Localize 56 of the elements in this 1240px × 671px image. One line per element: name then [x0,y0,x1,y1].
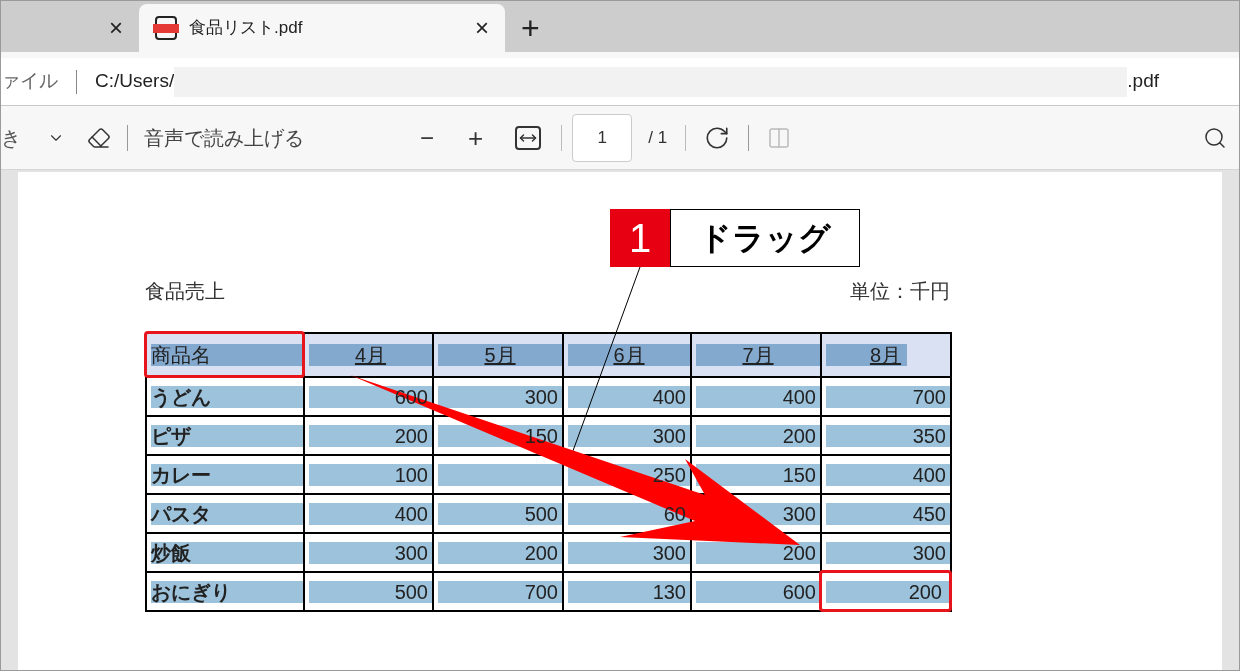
column-header: 商品名 [151,344,212,366]
table-cell-text: 300 [651,424,687,447]
table-cell-text: 500 [393,580,429,603]
close-button[interactable]: × [475,16,489,40]
table-cell-text: 400 [651,385,687,408]
page-number-field[interactable]: 1 [572,113,633,162]
table-cell-text: 500 [523,502,559,525]
table-cell-text: 400 [393,502,429,525]
table-cell-text: 200 [781,424,817,447]
file-label: ァイル [1,69,58,94]
new-tab-button[interactable]: + [521,12,540,44]
table-cell-text: 150 [781,463,817,486]
zoom-out-button[interactable]: − [420,125,434,150]
table-cell-text: 250 [651,463,687,486]
column-header: 8月 [868,344,903,366]
page-total: / 1 [648,126,668,149]
column-header: 4月 [353,344,388,366]
table-cell-text: 300 [781,502,817,525]
table-cell-text: 700 [523,580,559,603]
table-cell-text: 200 [907,580,943,603]
table-cell-text: 100 [393,463,429,486]
table-cell-text: 200 [393,424,429,447]
read-aloud-button[interactable]: 音声で読み上げる [144,122,304,153]
table-cell-text: 400 [781,385,817,408]
table-cell-text: 150 [523,424,559,447]
column-header: 5月 [483,344,517,366]
browser-tab[interactable]: 食品リスト.pdf × [139,4,505,52]
table-cell-text: 200 [523,541,559,564]
table-cell-text: 450 [911,502,947,525]
table-cell-text: 350 [911,424,947,447]
draw-label: き [1,125,21,151]
table-cell-text: 300 [393,541,429,564]
table-cell-text: 300 [651,541,687,564]
table-cell-text: 300 [911,541,947,564]
unit-label: 単位：千円 [850,279,950,304]
column-header: 6月 [612,344,646,366]
table-cell-text: 600 [781,580,817,603]
address-field[interactable]: C:/Users/ .pdf [95,66,1159,97]
zoom-in-button[interactable]: + [468,124,484,151]
callout-label: ドラッグ [670,209,860,267]
document-title: 食品売上 [145,279,225,304]
column-header: 7月 [741,344,775,366]
product-name: おにぎり [151,580,232,603]
product-name: ピザ [151,424,192,447]
table-cell-text: 400 [911,463,947,486]
table-cell-text: 130 [651,580,687,603]
product-name: カレー [151,463,212,486]
table-cell-text: 700 [911,385,947,408]
product-name: 炒飯 [151,541,192,564]
table-cell-text: 200 [781,541,817,564]
product-name: うどん [151,385,212,408]
tab-title: 食品リスト.pdf [189,17,304,40]
step-number: 1 [610,209,670,267]
close-button[interactable]: × [109,16,123,40]
table-cell-text: 300 [523,385,559,408]
product-name: パスタ [151,502,212,525]
